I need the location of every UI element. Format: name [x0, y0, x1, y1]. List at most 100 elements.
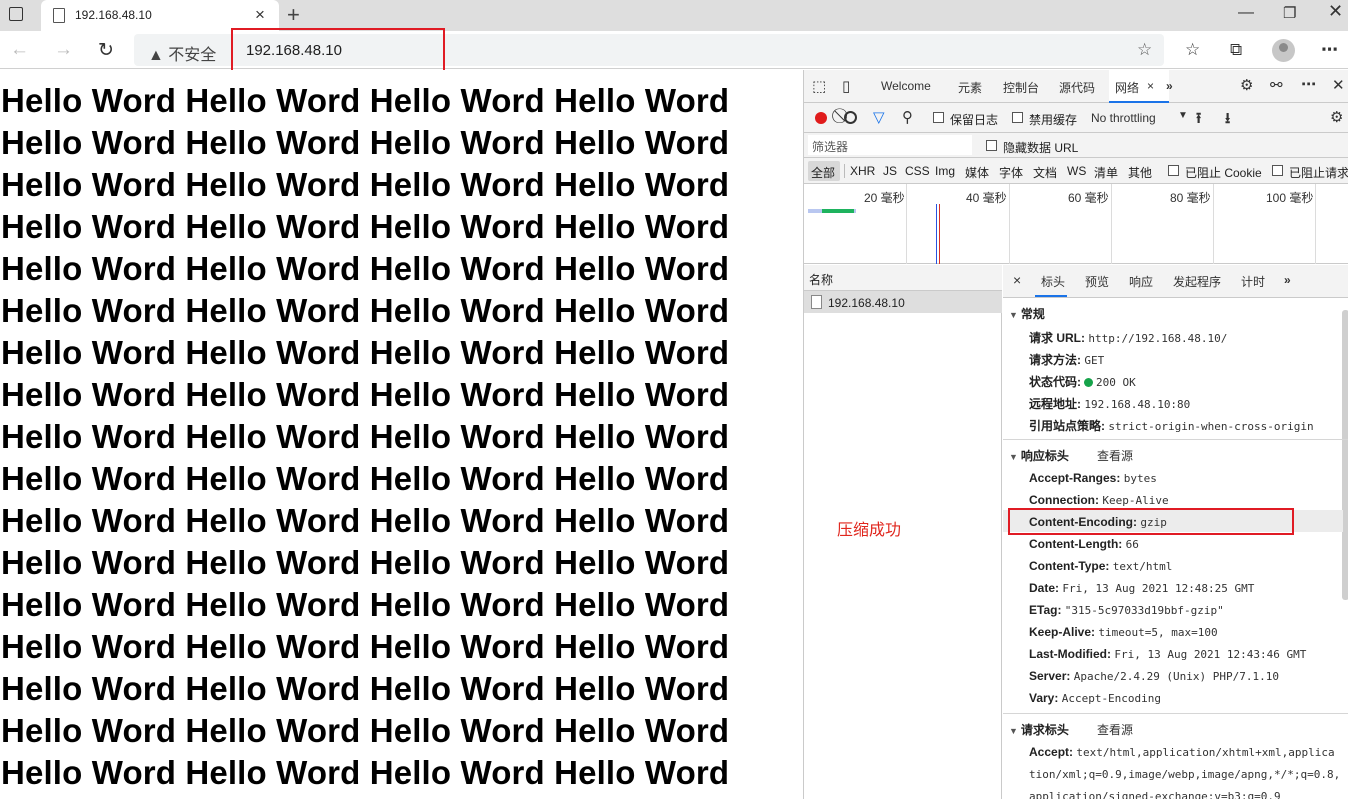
type-filter-all[interactable]: 全部: [808, 161, 840, 181]
general-section-toggle[interactable]: ▼ 常规: [1009, 305, 1045, 322]
type-filter-ws[interactable]: WS: [1067, 164, 1086, 178]
forward-icon[interactable]: →: [54, 39, 73, 61]
profile-avatar[interactable]: [1272, 39, 1295, 62]
dropdown-arrow-icon: ▼: [1178, 110, 1188, 121]
restore-icon[interactable]: ❐: [1283, 4, 1296, 22]
view-source-link[interactable]: 查看源: [1097, 721, 1133, 738]
new-tab-icon[interactable]: +: [287, 2, 300, 28]
timeline-gridline: [906, 184, 907, 264]
warning-icon: ▲: [148, 47, 164, 64]
throttling-select[interactable]: No throttling ▼: [1087, 107, 1188, 127]
hello-word-line: Hello Word Hello Word Hello Word Hello W…: [1, 166, 730, 203]
tab-initiator[interactable]: 发起程序: [1173, 273, 1221, 290]
tab-preview[interactable]: 预览: [1085, 273, 1109, 290]
scrollbar[interactable]: [1342, 310, 1348, 600]
request-row[interactable]: 192.168.48.10: [804, 291, 1002, 313]
blocked-requests-checkbox[interactable]: [1272, 165, 1283, 176]
status-ok-icon: [1084, 378, 1093, 388]
minimize-icon[interactable]: —: [1238, 4, 1254, 22]
hello-word-line: Hello Word Hello Word Hello Word Hello W…: [1, 334, 730, 371]
tab-network[interactable]: 网络: [1115, 79, 1139, 96]
import-har-icon[interactable]: ⭱: [1196, 108, 1201, 133]
hello-word-line: Hello Word Hello Word Hello Word Hello W…: [1, 586, 730, 623]
security-indicator[interactable]: ▲ 不安全: [148, 41, 216, 65]
response-headers-toggle[interactable]: ▼ 响应标头: [1009, 447, 1069, 464]
favorites-icon[interactable]: ☆: [1185, 40, 1200, 60]
view-source-link[interactable]: 查看源: [1097, 447, 1133, 464]
type-divider: [844, 164, 845, 178]
type-filter-other[interactable]: 其他: [1128, 164, 1152, 181]
blocked-cookies-checkbox[interactable]: [1168, 165, 1179, 176]
clear-circle-icon[interactable]: [844, 111, 857, 124]
hello-word-line: Hello Word Hello Word Hello Word Hello W…: [1, 82, 730, 119]
filter-row: 筛选器 隐藏数据 URL: [804, 133, 1348, 158]
response-header-row: Vary: Accept-Encoding: [1029, 691, 1162, 705]
close-network-tab-icon[interactable]: ×: [1147, 79, 1154, 93]
type-filter-css[interactable]: CSS: [905, 164, 930, 178]
hello-word-line: Hello Word Hello Word Hello Word Hello W…: [1, 544, 730, 581]
type-filter-manifest[interactable]: 清单: [1094, 164, 1118, 181]
type-filter-media[interactable]: 媒体: [965, 164, 989, 181]
timeline-gridline: [1315, 184, 1316, 264]
navigation-bar: ← → ↻ ▲ 不安全 192.168.48.10 ☆ ☆ ⧉ ⋯: [0, 31, 1348, 69]
devtools-panel: ⬚ ▯ Welcome 元素 控制台 源代码 网络 × » ⚙ ⚯ ⋯ ✕ ⃠ …: [803, 70, 1348, 799]
window-close-icon[interactable]: ✕: [1328, 1, 1343, 22]
security-label: 不安全: [168, 47, 217, 64]
type-filter-img[interactable]: Img: [935, 164, 955, 178]
add-favorite-icon[interactable]: ☆: [1137, 40, 1152, 60]
inspect-icon[interactable]: ⬚: [812, 77, 826, 95]
collections-icon[interactable]: ⧉: [1230, 40, 1242, 60]
page-favicon-icon: [53, 8, 65, 23]
connections-icon[interactable]: ⚯: [1270, 76, 1283, 94]
hello-word-line: Hello Word Hello Word Hello Word Hello W…: [1, 502, 730, 539]
hide-data-url-checkbox[interactable]: [986, 140, 997, 151]
type-filter-doc[interactable]: 文档: [1033, 164, 1057, 181]
tab-timing[interactable]: 计时: [1241, 273, 1265, 290]
tab-elements[interactable]: 元素: [958, 79, 982, 96]
filter-icon[interactable]: ▽: [873, 108, 885, 126]
request-bar-download: [822, 209, 854, 213]
browser-tab[interactable]: 192.168.48.10 ×: [41, 0, 279, 31]
blocked-cookies-label: 已阻止 Cookie: [1185, 166, 1262, 180]
settings-icon[interactable]: ⚙: [1240, 76, 1253, 94]
timeline-gridline: [1213, 184, 1214, 264]
hello-word-line: Hello Word Hello Word Hello Word Hello W…: [1, 376, 730, 413]
request-headers-toggle[interactable]: ▼ 请求标头: [1009, 721, 1069, 738]
type-filter-js[interactable]: JS: [883, 164, 897, 178]
close-detail-icon[interactable]: ×: [1013, 272, 1021, 288]
tab-console[interactable]: 控制台: [1003, 79, 1039, 96]
refresh-icon[interactable]: ↻: [98, 39, 114, 62]
devtools-tab-bar: ⬚ ▯ Welcome 元素 控制台 源代码 网络 × » ⚙ ⚯ ⋯ ✕: [804, 70, 1348, 103]
devtools-close-icon[interactable]: ✕: [1332, 76, 1345, 94]
response-header-row: Keep-Alive: timeout=5, max=100: [1029, 625, 1218, 639]
name-column-header[interactable]: 名称: [804, 265, 1002, 291]
load-event-line: [939, 204, 940, 264]
more-detail-tabs-icon[interactable]: »: [1284, 273, 1291, 287]
search-icon[interactable]: ⚲: [902, 108, 913, 126]
document-icon: [811, 295, 822, 309]
disable-cache-checkbox[interactable]: [1012, 112, 1023, 123]
devtools-menu-icon[interactable]: ⋯: [1301, 75, 1316, 93]
collapse-triangle-icon: ▼: [1009, 726, 1018, 736]
hello-word-line: Hello Word Hello Word Hello Word Hello W…: [1, 250, 730, 287]
more-menu-icon[interactable]: ⋯: [1321, 40, 1338, 60]
type-filter-xhr[interactable]: XHR: [850, 164, 875, 178]
network-settings-icon[interactable]: ⚙: [1330, 108, 1343, 126]
disable-cache-label: 禁用缓存: [1029, 113, 1078, 127]
export-har-icon[interactable]: ⭳: [1225, 108, 1230, 133]
response-header-row: Content-Type: text/html: [1029, 559, 1173, 573]
tab-sources[interactable]: 源代码: [1059, 79, 1095, 96]
filter-input[interactable]: 筛选器: [808, 135, 972, 155]
more-tabs-icon[interactable]: »: [1166, 79, 1173, 93]
preserve-log-checkbox[interactable]: [933, 112, 944, 123]
close-tab-icon[interactable]: ×: [255, 5, 265, 25]
back-icon[interactable]: ←: [10, 39, 29, 61]
network-overview-timeline[interactable]: 20 毫秒 40 毫秒 60 毫秒 80 毫秒 100 毫秒: [804, 184, 1348, 264]
record-icon[interactable]: [815, 112, 827, 124]
type-filter-font[interactable]: 字体: [999, 164, 1023, 181]
device-toolbar-icon[interactable]: ▯: [842, 77, 850, 95]
tab-actions-icon[interactable]: [9, 7, 23, 21]
tab-response[interactable]: 响应: [1129, 273, 1153, 290]
tab-welcome[interactable]: Welcome: [881, 79, 931, 93]
tab-headers[interactable]: 标头: [1041, 273, 1065, 290]
